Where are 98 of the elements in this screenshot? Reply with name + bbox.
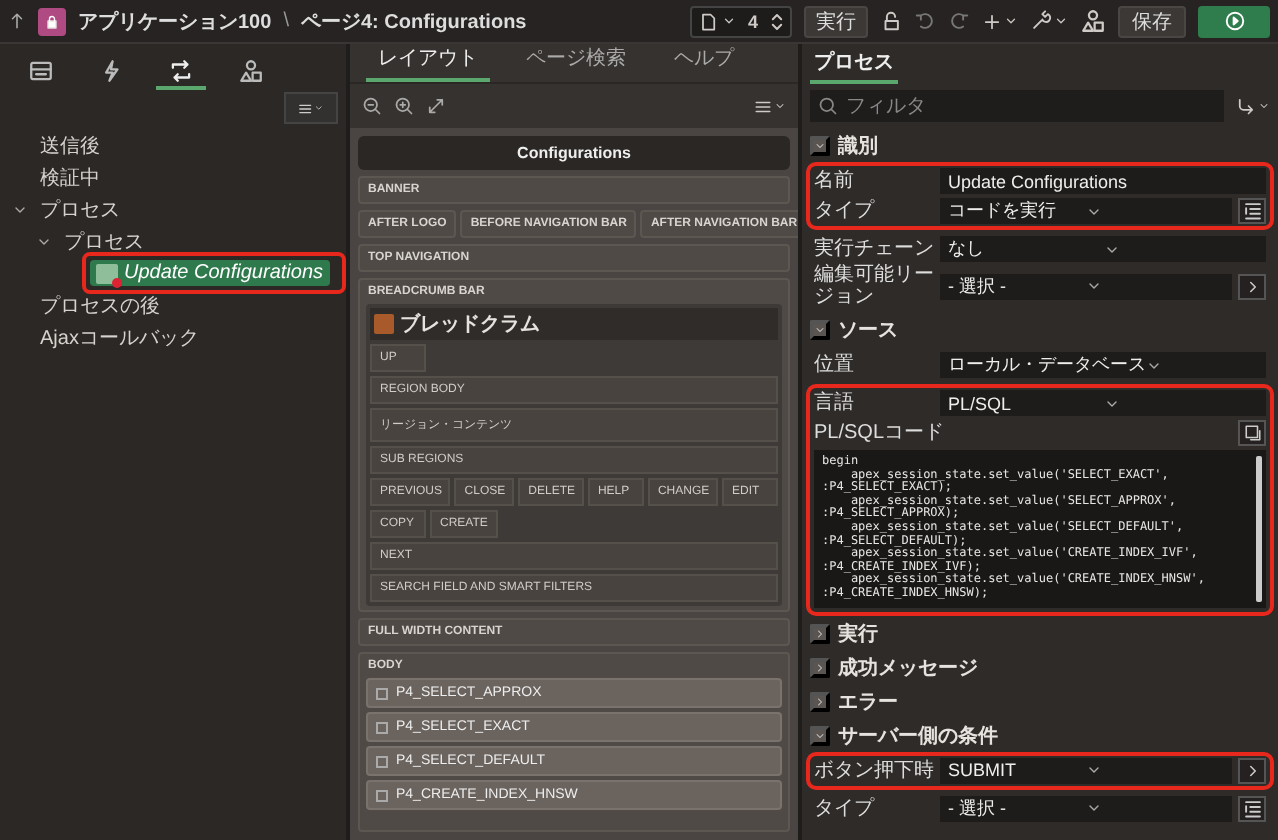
select-field[interactable]: ローカル・データベース (940, 352, 1266, 378)
section-title: ソース (838, 318, 898, 344)
section-toggle[interactable] (810, 136, 830, 156)
tree-item[interactable]: プロセスの後 (34, 289, 166, 321)
menu-icon (754, 97, 772, 115)
item-icon (376, 721, 388, 733)
zoom-out-icon (362, 96, 382, 116)
field-label: PL/SQLコード (814, 422, 945, 444)
filter-field[interactable]: フィルタ (810, 90, 1224, 122)
field-label: ボタン押下時 (814, 759, 934, 782)
field-label: 言語 (814, 392, 856, 414)
layout-tab[interactable]: ページ検索 (514, 42, 638, 82)
select-field[interactable]: なし (940, 236, 1266, 262)
list-icon (1241, 797, 1263, 820)
plus-icon (982, 11, 1002, 31)
section-title: エラー (838, 689, 898, 716)
select-field[interactable]: - 選択 - (940, 795, 1232, 822)
list-icon (1241, 200, 1263, 222)
select-field[interactable]: PL/SQL (940, 390, 1266, 416)
name-field[interactable]: Update Configurations (940, 168, 1266, 194)
wrench-icon (1030, 10, 1052, 32)
caret-icon (774, 100, 786, 112)
section-title: サーバー側の条件 (838, 723, 998, 750)
section-toggle[interactable] (810, 320, 830, 340)
menu-button[interactable] (284, 92, 338, 124)
section-toggle[interactable] (810, 725, 830, 746)
tree-item[interactable]: 検証中 (34, 161, 106, 193)
caret-icon (721, 14, 736, 28)
up-arrow-icon (8, 12, 26, 30)
select-field[interactable]: コードを実行 (940, 198, 1232, 224)
region-title: ブレッドクラム (400, 311, 540, 338)
expand-icon (1243, 424, 1261, 442)
tree-icon (28, 58, 54, 84)
app-link[interactable]: アプリケーション100 (78, 7, 272, 35)
caret-icon (1004, 14, 1018, 28)
layout-tab[interactable]: レイアウト (366, 42, 490, 82)
lock-icon (44, 13, 60, 29)
caret-icon (1086, 278, 1102, 294)
loop-icon (168, 58, 194, 84)
redo-icon (948, 10, 970, 32)
menu-icon (298, 99, 313, 117)
section-title: 成功メッセージ (838, 655, 978, 682)
page-title-bar[interactable]: Configurations (358, 136, 790, 170)
tree-item[interactable]: Ajaxコールバック (34, 321, 205, 353)
region-header[interactable]: ブレッドクラム (370, 308, 778, 340)
section-toggle[interactable] (810, 657, 830, 678)
panel-tab[interactable] (156, 56, 206, 90)
select-field[interactable]: - 選択 - (940, 273, 1232, 299)
section-title: 識別 (838, 133, 878, 160)
section-title: 実行 (838, 620, 878, 648)
caret-icon (1054, 14, 1068, 28)
shapes-icon (1080, 8, 1106, 34)
caret-icon (814, 138, 826, 154)
tree-item[interactable]: プロセス (58, 225, 150, 257)
select-field[interactable]: SUBMIT (940, 757, 1232, 784)
page-selector[interactable]: 4 (689, 5, 792, 37)
field-label: 実行チェーン (814, 238, 934, 260)
link-button[interactable] (1238, 757, 1266, 784)
play-icon (1223, 10, 1245, 32)
lock-icon (880, 10, 902, 32)
tree-item[interactable]: 送信後 (34, 129, 106, 161)
expand-icon (426, 96, 446, 116)
tree-item[interactable]: Update Configurations (90, 260, 330, 286)
page-icon (697, 11, 718, 31)
expand-button[interactable] (1238, 420, 1266, 446)
breadcrumb-separator: \ (283, 10, 289, 32)
layout-tab[interactable]: ヘルプ (662, 42, 746, 82)
save-button[interactable]: 保存 (1118, 5, 1186, 37)
breadcrumb-icon (374, 314, 394, 334)
field-label: 編集可能リージョン (814, 264, 934, 308)
field-label: 位置 (814, 354, 856, 376)
property-tab[interactable]: プロセス (810, 48, 898, 84)
zoom-in-icon (394, 96, 414, 116)
section-toggle[interactable] (810, 691, 830, 712)
link-button[interactable] (1238, 273, 1266, 299)
field-label: タイプ (814, 200, 877, 222)
field-label: 名前 (814, 170, 856, 192)
caret-icon (314, 102, 324, 114)
tree-item[interactable]: プロセス (34, 193, 126, 225)
list-button[interactable] (1238, 795, 1266, 822)
list-button[interactable] (1238, 198, 1266, 224)
caret-icon (814, 322, 826, 338)
item-icon (376, 789, 388, 801)
section-toggle[interactable] (810, 623, 830, 644)
app-icon[interactable] (38, 7, 66, 35)
caret-icon (1258, 100, 1270, 112)
go-to-icon (1236, 96, 1256, 116)
item-icon (376, 687, 388, 699)
process-icon (96, 263, 118, 283)
shapes-icon (238, 58, 264, 84)
run-button[interactable] (1198, 5, 1270, 37)
item-icon (376, 755, 388, 767)
spinner-icon (770, 9, 784, 33)
scrollbar[interactable] (1256, 456, 1262, 602)
undo-icon (914, 10, 936, 32)
run-page-button[interactable]: 実行 (804, 5, 868, 37)
page-title: ページ4: Configurations (300, 9, 527, 35)
field-label: タイプ (814, 797, 877, 820)
